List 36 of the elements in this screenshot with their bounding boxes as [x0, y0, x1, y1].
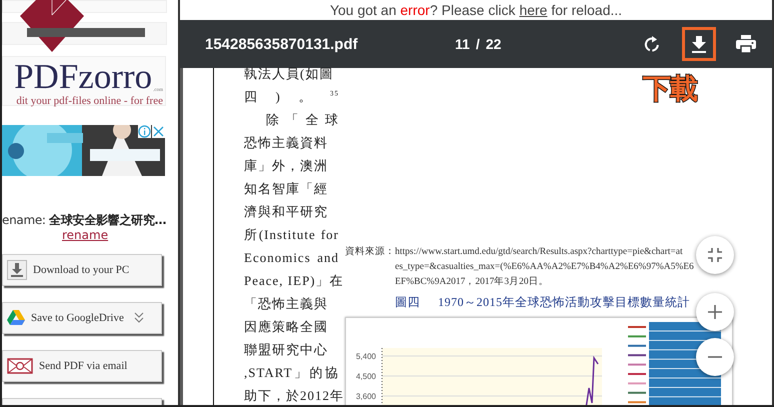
error-message: You got an error? Please click here for reload...: [330, 2, 622, 18]
file-name: ename: 全球安全影響之研究…: [2, 213, 168, 228]
text-line: ,START」的協: [244, 364, 339, 382]
text-line: 庫」外，澳洲: [244, 157, 329, 175]
rename-link[interactable]: rename: [62, 228, 108, 243]
axis-tick-label: 3,600: [356, 392, 376, 401]
source-text: es_type=&casualties_max=(%E6%AA%A2%E7%B4%A2%E6%97%A5%E6: [395, 261, 694, 274]
text-line: Economics and: [244, 249, 339, 267]
logo-text: PDFzorro: [14, 59, 152, 95]
file-title: 154285635870131.pdf: [205, 36, 359, 52]
text-line: 所(Institute for: [244, 226, 339, 244]
download-button[interactable]: Download to your PC: [2, 254, 162, 286]
text-line: 因應策略全國: [244, 318, 329, 336]
callout-label: 下載: [643, 71, 697, 107]
page-count: 22: [486, 36, 502, 52]
page-number[interactable]: 11: [455, 36, 470, 52]
save-to-drive-button[interactable]: Save to GoogleDrive: [2, 302, 162, 334]
text-line: 聯盟研究中心: [244, 341, 329, 359]
text-line: 四)。$^{35}$: [244, 88, 339, 106]
logo-tagline: dit your pdf-files online - for free: [16, 95, 163, 107]
source-text: EF%BC%9A2017，2017年3月20日。: [395, 276, 550, 289]
text-line: 執法人員(如圖: [244, 65, 334, 83]
text-line: 恐怖主義資料: [244, 134, 329, 152]
text-line: 濟與和平研究: [244, 203, 329, 221]
axis-tick-label: 5,400: [356, 352, 376, 361]
axis-tick-label: 4,500: [356, 372, 376, 381]
text-line: 「恐怖主義與: [244, 295, 329, 313]
reload-link[interactable]: here: [519, 2, 548, 18]
source-text: https://www.start.umd.edu/gtd/search/Results.aspx?charttype=pie&chart=at: [395, 246, 684, 259]
source-label: 資料來源：: [345, 245, 395, 259]
text-line: 除「全球: [265, 111, 339, 129]
page-separator: /: [476, 36, 480, 52]
figure-caption: 1970～2015年全球恐怖活動攻擊目標數量統計: [438, 294, 690, 310]
figure-number: 圖四: [395, 294, 420, 310]
email-button[interactable]: Send PDF via email: [2, 350, 162, 382]
text-line: 知名智庫「經: [244, 180, 329, 198]
